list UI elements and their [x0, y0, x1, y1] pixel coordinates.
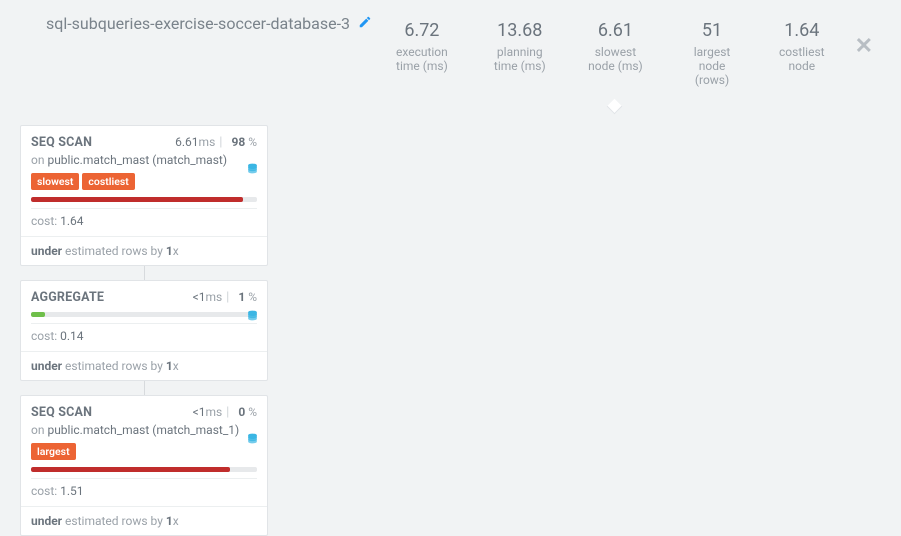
header: sql-subqueries-exercise-soccer-database-… [0, 0, 901, 115]
stat-execution-time: 6.72 execution time (ms) [372, 18, 472, 87]
tag-costliest: costliest [82, 173, 134, 190]
stat-label: largest node (rows) [681, 45, 743, 87]
stat-value: 51 [681, 18, 743, 43]
stat-label: costliest node [779, 45, 825, 73]
database-icon [246, 432, 259, 450]
stat-planning-time: 13.68 planning time (ms) [472, 18, 568, 87]
stats-bar: 6.72 execution time (ms) 13.68 planning … [372, 14, 843, 105]
node-estimate: under estimated rows by 1x [21, 351, 267, 380]
node-time: <1ms [193, 405, 223, 419]
stat-costliest-node: 1.64 costliest node [761, 18, 843, 87]
plan-tree: SEQ SCAN 6.61ms | 98 % on public.match_m… [0, 115, 901, 536]
node-cost: cost: 0.14 [31, 323, 257, 343]
node-title: SEQ SCAN [31, 405, 92, 420]
node-percent: 0 % [238, 405, 257, 419]
divider: | [219, 135, 222, 150]
node-title: SEQ SCAN [31, 135, 92, 150]
tag-largest: largest [31, 443, 76, 460]
node-tags: largest [31, 443, 257, 460]
node-percent: 1 % [238, 290, 257, 304]
node-relation: on public.match_mast (match_mast) [31, 153, 257, 167]
plan-node[interactable]: AGGREGATE <1ms | 1 % cost: 0.14 under es… [20, 280, 268, 381]
divider: | [226, 290, 229, 305]
stat-slowest-node: 6.61 slowest node (ms) [568, 18, 663, 87]
node-time: 6.61ms [175, 135, 215, 149]
stat-value: 13.68 [490, 18, 550, 43]
stat-label: planning time (ms) [490, 45, 550, 73]
page-title: sql-subqueries-exercise-soccer-database-… [46, 14, 350, 33]
node-bar [31, 467, 257, 472]
plan-node[interactable]: SEQ SCAN <1ms | 0 % on public.match_mast… [20, 395, 268, 536]
node-tags: slowestcostliest [31, 173, 257, 190]
node-cost: cost: 1.51 [31, 478, 257, 498]
stat-label: slowest node (ms) [586, 45, 645, 73]
node-relation: on public.match_mast (match_mast_1) [31, 423, 257, 437]
node-header: AGGREGATE <1ms | 1 % [31, 290, 257, 305]
stat-value: 6.72 [390, 18, 454, 43]
node-title: AGGREGATE [31, 290, 104, 305]
tree-connector [144, 266, 145, 280]
close-icon[interactable]: ✕ [847, 24, 881, 69]
title-wrap: sql-subqueries-exercise-soccer-database-… [46, 14, 372, 33]
stats-pointer-icon [607, 99, 623, 115]
stat-largest-node: 51 largest node (rows) [663, 18, 761, 87]
tree-connector [144, 381, 145, 395]
node-estimate: under estimated rows by 1x [21, 236, 267, 265]
node-header: SEQ SCAN <1ms | 0 % [31, 405, 257, 420]
tag-slowest: slowest [31, 173, 79, 190]
edit-icon[interactable] [358, 15, 372, 33]
plan-node[interactable]: SEQ SCAN 6.61ms | 98 % on public.match_m… [20, 125, 268, 266]
database-icon [246, 162, 259, 180]
node-estimate: under estimated rows by 1x [21, 506, 267, 535]
node-bar [31, 197, 257, 202]
stat-value: 6.61 [586, 18, 645, 43]
database-icon [246, 309, 259, 327]
node-header: SEQ SCAN 6.61ms | 98 % [31, 135, 257, 150]
node-time: <1ms [193, 290, 223, 304]
divider: | [226, 405, 229, 420]
stat-label: execution time (ms) [390, 45, 454, 73]
node-percent: 98 % [231, 135, 257, 149]
stat-value: 1.64 [779, 18, 825, 43]
node-bar [31, 312, 257, 317]
node-cost: cost: 1.64 [31, 208, 257, 228]
